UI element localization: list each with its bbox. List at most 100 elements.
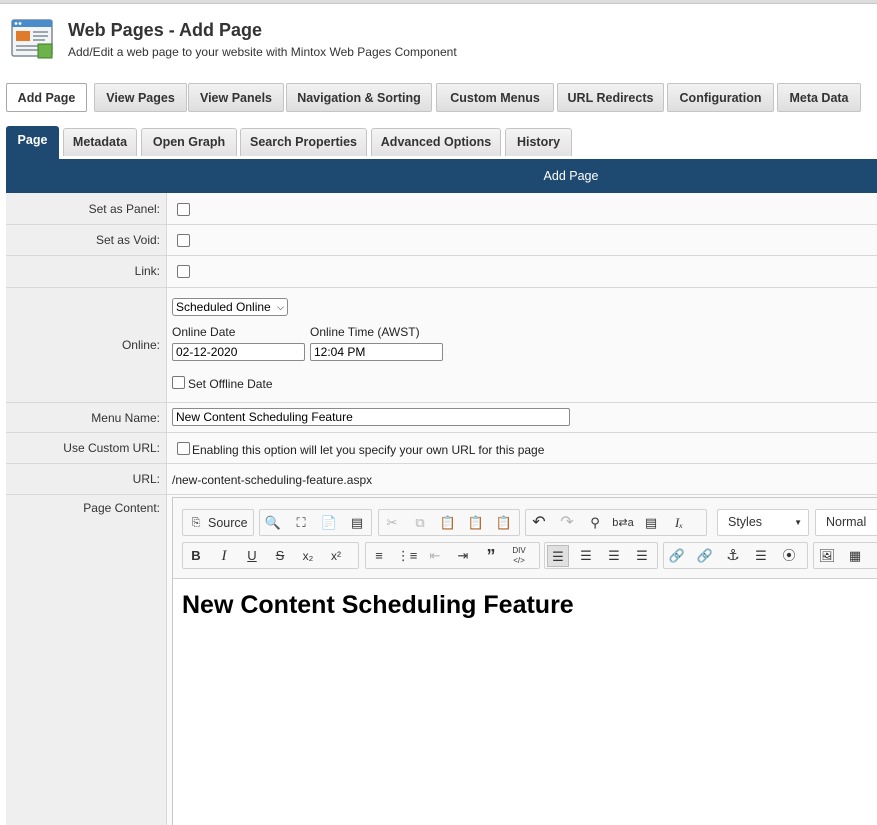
nav-view-panels-button[interactable]: View Panels bbox=[188, 83, 284, 112]
align-right-icon[interactable]: ☰ bbox=[603, 545, 625, 567]
nav-configuration-button[interactable]: Configuration bbox=[667, 83, 774, 112]
editor-content-heading[interactable]: New Content Scheduling Feature bbox=[182, 591, 574, 620]
links-group: 🔗 🔗 ⚓ ☰ ⦿ bbox=[663, 542, 808, 569]
format-dropdown-label: Normal bbox=[826, 515, 867, 529]
set-as-void-label: Set as Void: bbox=[6, 225, 167, 255]
preview-icon[interactable]: 🔍 bbox=[262, 512, 284, 534]
nav-url-redirects-button[interactable]: URL Redirects bbox=[557, 83, 664, 112]
align-center-icon[interactable]: ☰ bbox=[575, 545, 597, 567]
new-page-icon[interactable]: 📄 bbox=[318, 512, 340, 534]
strike-icon[interactable]: S bbox=[269, 545, 291, 567]
url-label: URL: bbox=[6, 464, 167, 494]
styles-dropdown[interactable]: Styles ▼ bbox=[717, 509, 809, 536]
link-icon[interactable]: 🔗 bbox=[666, 545, 688, 567]
paste-text-icon[interactable]: 📋 bbox=[465, 512, 487, 534]
url-value: /new-content-scheduling-feature.aspx bbox=[172, 473, 373, 487]
link-checkbox[interactable] bbox=[177, 265, 190, 278]
set-offline-date-checkbox[interactable] bbox=[172, 376, 185, 389]
remove-format-icon[interactable]: Iₓ bbox=[668, 512, 690, 534]
row-set-as-panel: Set as Panel: bbox=[6, 193, 877, 225]
row-custom-url: Use Custom URL: Enabling this option wil… bbox=[6, 433, 877, 464]
tab-advanced-options[interactable]: Advanced Options bbox=[371, 128, 501, 156]
set-as-panel-checkbox[interactable] bbox=[177, 203, 190, 216]
italic-icon[interactable]: I bbox=[213, 545, 235, 567]
tab-history[interactable]: History bbox=[505, 128, 572, 156]
source-icon[interactable]: ⎘ bbox=[185, 512, 207, 534]
set-as-void-checkbox[interactable] bbox=[177, 234, 190, 247]
unlink-icon[interactable]: 🔗 bbox=[694, 545, 716, 567]
row-link: Link: bbox=[6, 256, 877, 288]
rich-text-editor: ⎘ Source 🔍 ⛶ 📄 ▤ ✂ ⧉ 📋 📋 📋 ↶ ↷ ⚲ b⇄a ▤ I… bbox=[172, 497, 877, 825]
page-subtitle: Add/Edit a web page to your website with… bbox=[68, 45, 457, 59]
cut-icon[interactable]: ✂ bbox=[381, 512, 403, 534]
align-left-icon[interactable]: ☰ bbox=[547, 545, 569, 567]
outdent-icon[interactable]: ⇤ bbox=[424, 545, 446, 567]
clipboard-group: ✂ ⧉ 📋 📋 📋 bbox=[378, 509, 520, 536]
copy-icon[interactable]: ⧉ bbox=[409, 512, 431, 534]
document-group: 🔍 ⛶ 📄 ▤ bbox=[259, 509, 372, 536]
subscript-icon[interactable]: x₂ bbox=[297, 545, 319, 567]
indent-icon[interactable]: ⇥ bbox=[452, 545, 474, 567]
layers-icon[interactable]: ☰ bbox=[750, 545, 772, 567]
nav-meta-data-button[interactable]: Meta Data bbox=[777, 83, 861, 112]
browser-top-strip bbox=[0, 0, 877, 4]
menu-name-input[interactable]: New Content Scheduling Feature bbox=[172, 408, 570, 426]
insert-group: 🖼 ▦ bbox=[813, 542, 877, 569]
redo-icon[interactable]: ↷ bbox=[556, 512, 578, 534]
menu-name-label: Menu Name: bbox=[6, 403, 167, 432]
underline-icon[interactable]: U bbox=[241, 545, 263, 567]
online-status-select[interactable]: Scheduled Online ⌵ bbox=[172, 298, 288, 316]
basic-styles-group: B I U S x₂ x² bbox=[182, 542, 359, 569]
tab-search-properties[interactable]: Search Properties bbox=[240, 128, 367, 156]
online-date-label: Online Date bbox=[172, 325, 236, 339]
row-online: Online: Scheduled Online ⌵ Online Date 0… bbox=[6, 288, 877, 403]
image-icon[interactable]: 🖼 bbox=[816, 545, 838, 567]
custom-url-checkbox[interactable] bbox=[177, 442, 190, 455]
replace-icon[interactable]: b⇄a bbox=[612, 512, 634, 534]
find-icon[interactable]: ⚲ bbox=[584, 512, 606, 534]
nav-view-pages-button[interactable]: View Pages bbox=[94, 83, 187, 112]
source-button-label[interactable]: Source bbox=[208, 516, 248, 530]
styles-dropdown-label: Styles bbox=[728, 515, 763, 529]
numbered-list-icon[interactable]: ≡ bbox=[368, 545, 390, 567]
nav-custom-menus-button[interactable]: Custom Menus bbox=[436, 83, 554, 112]
table-icon[interactable]: ▦ bbox=[844, 545, 866, 567]
web-pages-app-icon bbox=[8, 14, 56, 62]
online-time-label: Online Time (AWST) bbox=[310, 325, 420, 339]
online-time-input[interactable]: 12:04 PM bbox=[310, 343, 443, 361]
editor-toolbar: ⎘ Source 🔍 ⛶ 📄 ▤ ✂ ⧉ 📋 📋 📋 ↶ ↷ ⚲ b⇄a ▤ I… bbox=[173, 498, 877, 579]
online-status-value: Scheduled Online bbox=[176, 300, 271, 314]
nav-add-page-button[interactable]: Add Page bbox=[6, 83, 87, 112]
undo-icon[interactable]: ↶ bbox=[528, 512, 550, 534]
paste-icon[interactable]: 📋 bbox=[437, 512, 459, 534]
set-offline-date-label: Set Offline Date bbox=[188, 377, 273, 391]
superscript-icon[interactable]: x² bbox=[325, 545, 347, 567]
custom-url-label: Use Custom URL: bbox=[6, 433, 167, 463]
anchor-icon[interactable]: ⚓ bbox=[722, 545, 744, 567]
justify-icon[interactable]: ☰ bbox=[631, 545, 653, 567]
paste-word-icon[interactable]: 📋 bbox=[493, 512, 515, 534]
set-as-panel-label: Set as Panel: bbox=[6, 193, 167, 224]
link-label: Link: bbox=[6, 256, 167, 287]
format-dropdown[interactable]: Normal bbox=[815, 509, 877, 536]
section-header: Add Page bbox=[6, 159, 877, 193]
row-url: URL: /new-content-scheduling-feature.asp… bbox=[6, 464, 877, 495]
chevron-down-icon: ⌵ bbox=[277, 302, 284, 312]
section-title: Add Page bbox=[543, 169, 599, 183]
select-all-icon[interactable]: ▤ bbox=[640, 512, 662, 534]
blockquote-icon[interactable]: ” bbox=[480, 545, 502, 567]
rss-icon[interactable]: ⦿ bbox=[778, 545, 800, 567]
online-date-input[interactable]: 02-12-2020 bbox=[172, 343, 305, 361]
tab-open-graph[interactable]: Open Graph bbox=[141, 128, 237, 156]
div-icon[interactable]: DIV </> bbox=[508, 545, 530, 568]
tab-page[interactable]: Page bbox=[6, 126, 59, 159]
nav-navigation-sorting-button[interactable]: Navigation & Sorting bbox=[286, 83, 432, 112]
maximize-icon[interactable]: ⛶ bbox=[290, 512, 312, 534]
templates-icon[interactable]: ▤ bbox=[346, 512, 368, 534]
bold-icon[interactable]: B bbox=[185, 545, 207, 567]
paragraph-group: ≡ ⋮≡ ⇤ ⇥ ” DIV </> bbox=[365, 542, 540, 569]
edit-group: ↶ ↷ ⚲ b⇄a ▤ Iₓ bbox=[525, 509, 707, 536]
tab-metadata[interactable]: Metadata bbox=[63, 128, 137, 156]
bulleted-list-icon[interactable]: ⋮≡ bbox=[396, 545, 418, 567]
custom-url-description: Enabling this option will let you specif… bbox=[192, 443, 545, 457]
